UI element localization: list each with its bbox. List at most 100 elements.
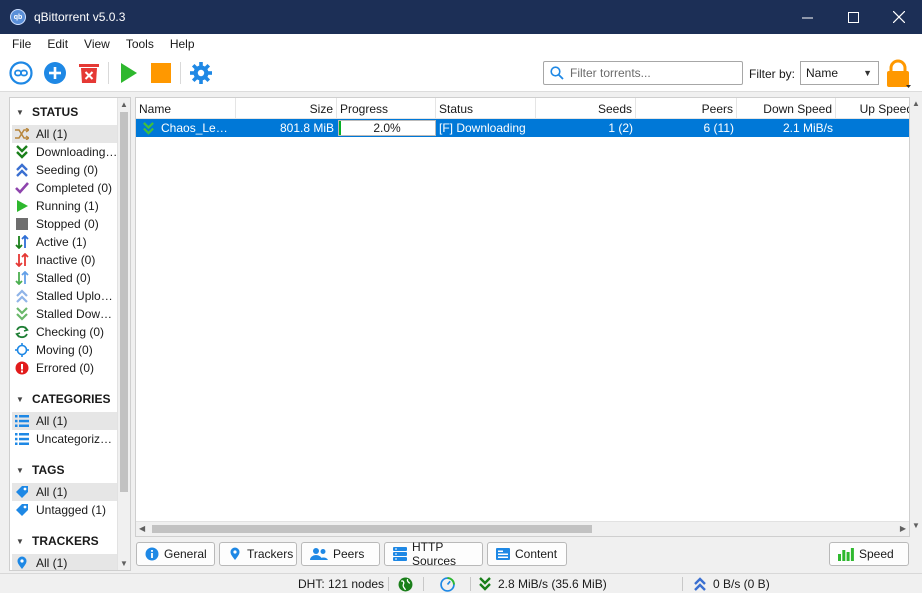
checking-icon — [14, 324, 30, 340]
stalled-arrows-icon — [14, 270, 30, 286]
category-item-all[interactable]: All (1) — [12, 412, 118, 430]
chevron-down-icon: ▼ — [863, 68, 872, 78]
tab-content[interactable]: Content — [487, 542, 567, 566]
column-header-status[interactable]: Status — [436, 98, 536, 119]
tag-item-label: All (1) — [36, 485, 68, 499]
menu-view[interactable]: View — [76, 37, 118, 51]
torrent-name: Chaos_Legion — [161, 121, 233, 135]
horizontal-scrollbar[interactable]: ◀ ▶ — [136, 521, 909, 536]
close-button[interactable] — [876, 0, 922, 34]
sidebar-item-running[interactable]: Running (1) — [12, 197, 118, 215]
status-section-header[interactable]: ▼ STATUS — [10, 103, 118, 121]
torrent-peers: 6 (11) — [703, 121, 734, 135]
scroll-left-icon[interactable]: ◀ — [139, 524, 145, 533]
maximize-icon — [847, 11, 859, 23]
column-header-peers[interactable]: Peers — [636, 98, 737, 119]
menu-help[interactable]: Help — [162, 37, 203, 51]
minimize-button[interactable] — [784, 0, 830, 34]
horizontal-scroll-thumb[interactable] — [152, 525, 592, 533]
sidebar-scroll-thumb[interactable] — [120, 112, 128, 492]
tag-item-all[interactable]: All (1) — [12, 483, 118, 501]
filter-by-select[interactable]: Name ▼ — [800, 61, 879, 85]
category-item-uncategorized[interactable]: Uncategorized (1) — [12, 430, 118, 448]
sidebar-item-stalled-downloading[interactable]: Stalled Downloading (0) — [12, 305, 118, 323]
scroll-down-icon[interactable]: ▼ — [120, 559, 128, 568]
sidebar-item-inactive[interactable]: Inactive (0) — [12, 251, 118, 269]
menu-file[interactable]: File — [4, 37, 39, 51]
table-row[interactable]: Chaos_Legion 801.8 MiB 2.0% [F] Download… — [136, 119, 909, 137]
column-header-seeds[interactable]: Seeds — [536, 98, 636, 119]
alt-speed-limits-button[interactable] — [440, 577, 455, 592]
sidebar-item-seeding[interactable]: Seeding (0) — [12, 161, 118, 179]
tracker-item-all[interactable]: All (1) — [12, 554, 118, 570]
add-torrent-link-button[interactable] — [9, 61, 33, 85]
vertical-scrollbar[interactable]: ▲ ▼ — [911, 97, 922, 537]
column-header-down-speed[interactable]: Down Speed — [737, 98, 836, 119]
tab-peers[interactable]: Peers — [301, 542, 380, 566]
tab-peers-label: Peers — [333, 547, 365, 561]
close-icon — [893, 11, 905, 23]
sidebar-item-errored[interactable]: Errored (0) — [12, 359, 118, 377]
sidebar-item-label: Completed (0) — [36, 181, 113, 195]
sidebar-item-stopped[interactable]: Stopped (0) — [12, 215, 118, 233]
connection-status-button[interactable] — [398, 577, 413, 592]
sidebar-item-checking[interactable]: Checking (0) — [12, 323, 118, 341]
moving-icon — [14, 342, 30, 358]
scroll-up-icon[interactable]: ▲ — [912, 99, 920, 108]
upload-speed-text: 0 B/s (0 B) — [713, 577, 770, 591]
categories-section-title: CATEGORIES — [32, 392, 111, 406]
list-icon — [14, 413, 30, 429]
upload-speed-status: 0 B/s (0 B) — [693, 577, 770, 591]
menu-bar: File Edit View Tools Help — [0, 34, 922, 54]
list-icon — [14, 431, 30, 447]
column-header-size[interactable]: Size — [236, 98, 337, 119]
start-torrent-button[interactable] — [116, 61, 140, 85]
add-torrent-file-button[interactable] — [43, 61, 67, 85]
play-icon — [121, 63, 137, 83]
tags-section-header[interactable]: ▼ TAGS — [10, 461, 118, 479]
tab-trackers[interactable]: Trackers — [219, 542, 297, 566]
tab-general[interactable]: General — [136, 542, 215, 566]
categories-section-header[interactable]: ▼ CATEGORIES — [10, 390, 118, 408]
options-button[interactable] — [189, 61, 213, 85]
map-pin-icon — [14, 555, 30, 570]
caret-down-icon: ▼ — [16, 465, 24, 475]
tag-icon — [14, 484, 30, 500]
torrent-up-speed — [836, 119, 909, 137]
sidebar-item-downloading[interactable]: Downloading (1) — [12, 143, 118, 161]
sidebar-item-stalled-uploading[interactable]: Stalled Uploading (0) — [12, 287, 118, 305]
downloading-icon — [143, 121, 154, 135]
menu-tools[interactable]: Tools — [118, 37, 162, 51]
speed-button[interactable]: Speed — [829, 542, 909, 566]
sidebar-item-moving[interactable]: Moving (0) — [12, 341, 118, 359]
sidebar-item-completed[interactable]: Completed (0) — [12, 179, 118, 197]
stalled-upload-icon — [14, 288, 30, 304]
column-header-up-speed[interactable]: Up Speed — [836, 98, 909, 119]
stop-torrent-button[interactable] — [149, 61, 173, 85]
sidebar-item-stalled[interactable]: Stalled (0) — [12, 269, 118, 287]
scroll-down-icon[interactable]: ▼ — [912, 521, 920, 530]
filter-torrents-search[interactable] — [543, 61, 743, 85]
lock-ui-button[interactable] — [884, 59, 912, 89]
sidebar-item-label: Seeding (0) — [36, 163, 99, 177]
sidebar-scrollbar[interactable]: ▲ ▼ — [117, 98, 130, 570]
sidebar-item-active[interactable]: Active (1) — [12, 233, 118, 251]
delete-torrent-button[interactable] — [77, 61, 101, 85]
gear-icon — [190, 62, 212, 84]
menu-edit[interactable]: Edit — [39, 37, 76, 51]
maximize-button[interactable] — [830, 0, 876, 34]
category-item-label: Uncategorized (1) — [36, 432, 118, 446]
sidebar-item-all[interactable]: All (1) — [12, 125, 118, 143]
tag-item-untagged[interactable]: Untagged (1) — [12, 501, 118, 519]
sidebar-splitter[interactable]: ⋮ — [132, 330, 140, 344]
search-input[interactable] — [570, 66, 730, 80]
torrent-down-speed: 2.1 MiB/s — [782, 121, 833, 135]
scroll-right-icon[interactable]: ▶ — [900, 524, 906, 533]
tab-http-sources[interactable]: HTTP Sources — [384, 540, 483, 568]
trackers-section-header[interactable]: ▼ TRACKERS — [10, 532, 118, 550]
column-header-progress[interactable]: Progress — [337, 98, 436, 119]
sidebar-item-label: Stalled Downloading (0) — [36, 307, 118, 321]
scroll-up-icon[interactable]: ▲ — [120, 100, 128, 109]
checkmark-icon — [14, 180, 30, 196]
column-header-name[interactable]: Name — [136, 98, 236, 119]
